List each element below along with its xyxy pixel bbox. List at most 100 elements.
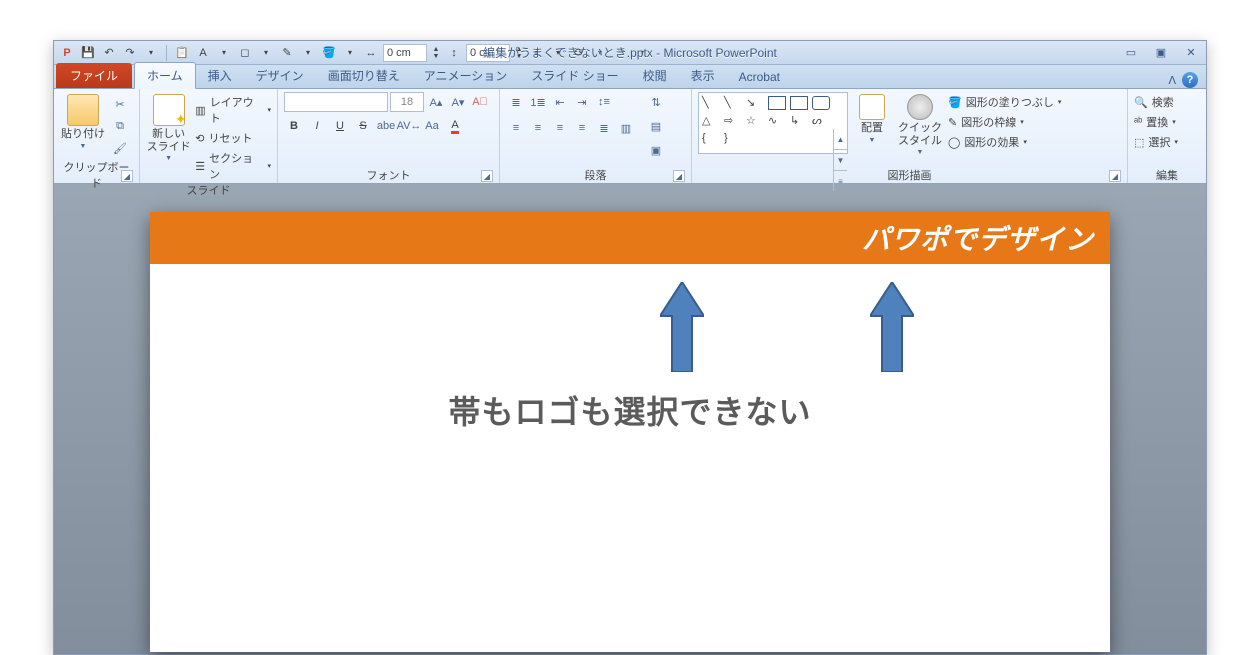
shape-rect2-icon[interactable] bbox=[790, 96, 808, 110]
shape-rect-icon[interactable] bbox=[768, 96, 786, 110]
underline-button[interactable]: U bbox=[330, 116, 350, 136]
layout-button[interactable]: ▥レイアウト ▾ bbox=[195, 94, 271, 126]
bold-button[interactable]: B bbox=[284, 116, 304, 136]
tab-view[interactable]: 表示 bbox=[679, 63, 727, 88]
tab-transitions[interactable]: 画面切り替え bbox=[316, 63, 412, 88]
ribbon-tabs: ファイル ホーム 挿入 デザイン 画面切り替え アニメーション スライド ショー… bbox=[54, 65, 1206, 89]
shadow-button[interactable]: abe bbox=[376, 116, 396, 136]
find-button[interactable]: 🔍検索 bbox=[1134, 94, 1178, 110]
align-right-icon[interactable]: ≡ bbox=[550, 118, 570, 138]
pen-icon[interactable]: ✎ bbox=[278, 44, 296, 62]
shape-width-input[interactable] bbox=[383, 44, 427, 62]
clear-format-icon[interactable]: A⃠ bbox=[470, 92, 490, 112]
font-family-combo[interactable] bbox=[284, 92, 388, 112]
width-stepper[interactable]: ▲▼ bbox=[430, 44, 442, 62]
shape-arrow-icon[interactable]: ↘ bbox=[746, 96, 764, 110]
qat-drop-2[interactable]: ▾ bbox=[257, 44, 275, 62]
change-case-icon[interactable]: Aa bbox=[422, 116, 442, 136]
qat-drop-3[interactable]: ▾ bbox=[299, 44, 317, 62]
shape-tri-icon[interactable]: △ bbox=[702, 114, 720, 128]
numbering-icon[interactable]: 1≣ bbox=[528, 92, 548, 112]
dialog-launcher-icon[interactable]: ◢ bbox=[1109, 170, 1121, 182]
font-size-combo[interactable]: 18 bbox=[390, 92, 424, 112]
tab-acrobat[interactable]: Acrobat bbox=[727, 66, 792, 88]
tab-review[interactable]: 校閲 bbox=[631, 63, 679, 88]
shape-star-icon[interactable]: ☆ bbox=[746, 114, 764, 128]
strike-button[interactable]: S bbox=[353, 116, 373, 136]
shape-arrowr-icon[interactable]: ⇨ bbox=[724, 114, 742, 128]
shape-line-icon[interactable]: ╲ bbox=[702, 96, 720, 110]
help-icon[interactable]: ? bbox=[1182, 72, 1198, 88]
distribute-icon[interactable]: ≣ bbox=[594, 118, 614, 138]
qat-drop-4[interactable]: ▾ bbox=[341, 44, 359, 62]
shape-roundrect-icon[interactable] bbox=[812, 96, 830, 110]
qat-drop-1[interactable]: ▾ bbox=[215, 44, 233, 62]
decrease-indent-icon[interactable]: ⇤ bbox=[550, 92, 570, 112]
char-spacing-icon[interactable]: AV↔ bbox=[399, 116, 419, 136]
select-button[interactable]: ⬚選択 ▾ bbox=[1134, 134, 1178, 150]
convert-smartart-icon[interactable]: ▣ bbox=[646, 140, 666, 160]
shape-effects-button[interactable]: ◯図形の効果 ▾ bbox=[948, 134, 1061, 150]
close-button[interactable]: ✕ bbox=[1180, 46, 1202, 60]
collapse-ribbon-icon[interactable]: ᐱ bbox=[1168, 74, 1176, 87]
dialog-launcher-icon[interactable]: ◢ bbox=[121, 170, 133, 182]
window-controls: ▭ ▣ ✕ bbox=[1120, 46, 1202, 60]
minimize-button[interactable]: ▭ bbox=[1120, 46, 1142, 60]
shape-outline-button[interactable]: ✎図形の枠線 ▾ bbox=[948, 114, 1061, 130]
maximize-button[interactable]: ▣ bbox=[1150, 46, 1172, 60]
replace-button[interactable]: ᵃᵇ置換 ▾ bbox=[1134, 114, 1178, 130]
slide[interactable]: パワポでデザイン 帯もロゴも選択できない bbox=[150, 212, 1110, 652]
arrange-button[interactable]: 配置 ▼ bbox=[852, 92, 892, 144]
shape-brace-icon[interactable]: { bbox=[702, 132, 720, 146]
line-spacing-icon[interactable]: ↕≡ bbox=[594, 92, 614, 112]
format-painter-icon[interactable]: 🖌 bbox=[110, 138, 130, 158]
paste-icon[interactable]: 📋 bbox=[173, 44, 191, 62]
shape-fill-button[interactable]: 🪣図形の塗りつぶし ▾ bbox=[948, 94, 1061, 110]
align-left-icon[interactable]: ≡ bbox=[506, 118, 526, 138]
shrink-font-icon[interactable]: A▾ bbox=[448, 92, 468, 112]
find-icon: 🔍 bbox=[1134, 96, 1148, 109]
italic-button[interactable]: I bbox=[307, 116, 327, 136]
tab-insert[interactable]: 挿入 bbox=[196, 63, 244, 88]
bucket-icon[interactable]: 🪣 bbox=[320, 44, 338, 62]
tab-home[interactable]: ホーム bbox=[134, 62, 196, 89]
font-a-icon[interactable]: A bbox=[194, 44, 212, 62]
tab-design[interactable]: デザイン bbox=[244, 63, 316, 88]
font-color-icon[interactable]: A bbox=[445, 116, 465, 136]
tab-animations[interactable]: アニメーション bbox=[412, 63, 520, 88]
dialog-launcher-icon[interactable]: ◢ bbox=[673, 170, 685, 182]
shape-free-icon[interactable]: ᔕ bbox=[812, 114, 830, 128]
section-button[interactable]: ☰セクション ▾ bbox=[195, 150, 271, 182]
tab-file[interactable]: ファイル bbox=[56, 63, 132, 88]
shape-curve-icon[interactable]: ∿ bbox=[768, 114, 786, 128]
cut-icon[interactable]: ✂ bbox=[110, 94, 130, 114]
paste-button[interactable]: 貼り付け ▼ bbox=[60, 92, 106, 150]
text-direction-icon[interactable]: ⇅ bbox=[646, 92, 666, 112]
bullets-icon[interactable]: ≣ bbox=[506, 92, 526, 112]
powerpoint-icon[interactable]: P bbox=[58, 44, 76, 62]
shapes-gallery[interactable]: ╲ ╲ ↘ △ ⇨ ☆ ∿ ↳ ᔕ { } ▲▼≡ bbox=[698, 92, 848, 154]
new-slide-button[interactable]: ✦ 新しい スライド ▼ bbox=[146, 92, 191, 162]
layout-icon: ▥ bbox=[195, 104, 205, 117]
shape-line2-icon[interactable]: ╲ bbox=[724, 96, 742, 110]
reset-button[interactable]: ⟲リセット bbox=[195, 130, 271, 146]
slide-header-band: パワポでデザイン bbox=[150, 212, 1110, 264]
justify-icon[interactable]: ≡ bbox=[572, 118, 592, 138]
shape-icon[interactable]: ◻ bbox=[236, 44, 254, 62]
shape-brace2-icon[interactable]: } bbox=[724, 132, 742, 146]
align-center-icon[interactable]: ≡ bbox=[528, 118, 548, 138]
columns-icon[interactable]: ▥ bbox=[616, 118, 636, 138]
gallery-up-icon[interactable]: ▲ bbox=[834, 129, 847, 150]
dialog-launcher-icon[interactable]: ◢ bbox=[481, 170, 493, 182]
redo-icon[interactable]: ↷ bbox=[121, 44, 139, 62]
increase-indent-icon[interactable]: ⇥ bbox=[572, 92, 592, 112]
save-icon[interactable]: 💾 bbox=[79, 44, 97, 62]
align-text-icon[interactable]: ▤ bbox=[646, 116, 666, 136]
tab-slideshow[interactable]: スライド ショー bbox=[519, 63, 630, 88]
copy-icon[interactable]: ⧉ bbox=[110, 116, 130, 136]
shape-conn-icon[interactable]: ↳ bbox=[790, 114, 808, 128]
undo-icon[interactable]: ↶ bbox=[100, 44, 118, 62]
qat-customize-icon[interactable]: ▾ bbox=[142, 44, 160, 62]
quick-styles-button[interactable]: クイック スタイル ▼ bbox=[896, 92, 944, 156]
grow-font-icon[interactable]: A▴ bbox=[426, 92, 446, 112]
